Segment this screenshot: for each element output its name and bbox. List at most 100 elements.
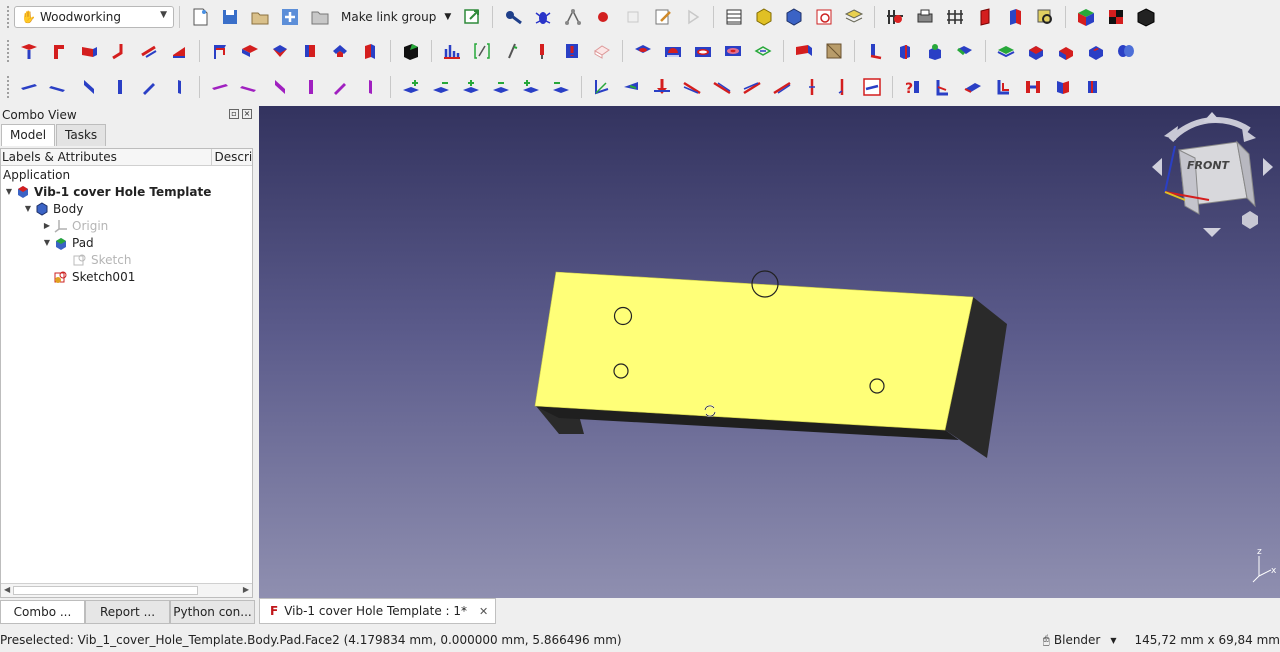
flag-panel-button[interactable] [791, 38, 817, 64]
angle-tool-2[interactable] [619, 74, 645, 100]
plus-plank-2[interactable] [458, 74, 484, 100]
tab-python-console[interactable]: Python con... [170, 600, 255, 624]
corner-tool-5[interactable] [1050, 74, 1076, 100]
navigation-cube[interactable]: FRONT [1152, 112, 1273, 237]
framed-tool[interactable] [859, 74, 885, 100]
black-box-button[interactable] [398, 38, 424, 64]
cut-pocket-button[interactable] [690, 38, 716, 64]
plank-zy-button[interactable] [166, 74, 192, 100]
pad-top-face[interactable] [534, 271, 974, 431]
purple-plank-4[interactable] [297, 74, 323, 100]
vertical-tool-1[interactable] [799, 74, 825, 100]
tree-horizontal-scrollbar[interactable]: ◀ ▶ [1, 583, 252, 597]
frame-button[interactable] [942, 4, 968, 30]
purple-plank-5[interactable] [327, 74, 353, 100]
panel-tool-7[interactable] [207, 38, 233, 64]
corner-tool-1[interactable] [930, 74, 956, 100]
add-button[interactable] [277, 4, 303, 30]
expand-arrow-icon[interactable]: ▼ [3, 187, 15, 196]
panel-block-button[interactable] [892, 38, 918, 64]
plank-yz-button[interactable] [136, 74, 162, 100]
diagonal-tool-4[interactable] [769, 74, 795, 100]
expand-arrow-icon[interactable]: ▼ [41, 238, 53, 247]
arrow-down-tool[interactable] [649, 74, 675, 100]
green-arrows-button[interactable] [750, 38, 776, 64]
cylinder-button[interactable] [1113, 38, 1139, 64]
tab-combo-view[interactable]: Combo ... [0, 600, 85, 624]
panel-tool-1[interactable] [16, 38, 42, 64]
corner-tool-6[interactable] [1080, 74, 1106, 100]
panel-tool-12[interactable] [357, 38, 383, 64]
red-peg-button[interactable] [529, 38, 555, 64]
vertical-tool-2[interactable] [829, 74, 855, 100]
print-button[interactable] [912, 4, 938, 30]
corner-tool-2[interactable] [960, 74, 986, 100]
open-button[interactable] [247, 4, 273, 30]
make-link-group-dropdown[interactable]: Make link group ▼ [335, 10, 457, 24]
eraser-button[interactable] [589, 38, 615, 64]
green-edge-block-button[interactable] [952, 38, 978, 64]
dimension-bars-button[interactable] [439, 38, 465, 64]
purple-plank-3[interactable] [267, 74, 293, 100]
tree-item-document[interactable]: ▼ Vib-1 cover Hole Template [1, 183, 252, 200]
panel-stand-button[interactable] [862, 38, 888, 64]
measure-button[interactable] [469, 38, 495, 64]
black-cube-button[interactable] [1133, 4, 1159, 30]
sketch-button[interactable] [811, 4, 837, 30]
link-button[interactable] [459, 4, 485, 30]
record-macro-button[interactable] [590, 4, 616, 30]
panel-tool-4[interactable] [106, 38, 132, 64]
panel-tool-10[interactable] [297, 38, 323, 64]
purple-plank-1[interactable] [207, 74, 233, 100]
document-tab[interactable]: F Vib-1 cover Hole Template : 1* ✕ [259, 598, 496, 624]
corner-tool-3[interactable] [990, 74, 1016, 100]
panel-tool-6[interactable] [166, 38, 192, 64]
parts-button[interactable] [751, 4, 777, 30]
toolbar-grip[interactable] [6, 39, 10, 63]
column-description[interactable]: Descri [212, 149, 252, 165]
colored-cube-button[interactable] [1073, 4, 1099, 30]
cut-tool-button[interactable] [882, 4, 908, 30]
expand-arrow-icon[interactable]: ▼ [22, 204, 34, 213]
checker-button[interactable] [1103, 4, 1129, 30]
save-button[interactable] [217, 4, 243, 30]
purple-plank-6[interactable] [357, 74, 383, 100]
minus-plank-1[interactable] [428, 74, 454, 100]
run-macro-button[interactable] [680, 4, 706, 30]
stop-macro-button[interactable] [620, 4, 646, 30]
green-top-block-button[interactable] [922, 38, 948, 64]
plank-yx-button[interactable] [46, 74, 72, 100]
3d-viewport[interactable]: FRONT z x [259, 106, 1280, 598]
close-icon[interactable]: ✕ [479, 605, 488, 618]
navigation-style-selector[interactable]: 🖰 Blender ▼ [1043, 633, 1117, 648]
tab-tasks[interactable]: Tasks [56, 124, 107, 146]
tree-item-sketch[interactable]: Sketch [1, 251, 252, 268]
mixed-panel-button[interactable] [1002, 4, 1028, 30]
plank-xy-button[interactable] [16, 74, 42, 100]
list-button[interactable] [721, 4, 747, 30]
panel-tool-5[interactable] [136, 38, 162, 64]
plank-xz-button[interactable] [76, 74, 102, 100]
new-document-button[interactable] [187, 4, 213, 30]
plus-plank-1[interactable] [398, 74, 424, 100]
tree-item-sketch001[interactable]: Sketch001 [1, 268, 252, 285]
scrollbar-thumb[interactable] [13, 586, 198, 595]
graph-button[interactable] [560, 4, 586, 30]
group-button[interactable] [307, 4, 333, 30]
toolbar-grip[interactable] [6, 5, 10, 29]
tree-item-origin[interactable]: ▶ Origin [1, 217, 252, 234]
chamfer-block-button[interactable] [1053, 38, 1079, 64]
cut-hole-button[interactable] [720, 38, 746, 64]
scroll-left-icon[interactable]: ◀ [4, 585, 10, 594]
macro-button[interactable] [500, 4, 526, 30]
magnifier-button[interactable] [1032, 4, 1058, 30]
float-panel-icon[interactable]: ▫ [229, 109, 239, 119]
question-tool[interactable]: ? [900, 74, 926, 100]
tree-item-pad[interactable]: ▼ Pad [1, 234, 252, 251]
tree-item-body[interactable]: ▼ Body [1, 200, 252, 217]
3d-scene[interactable]: FRONT z x [259, 106, 1280, 598]
minus-plank-3[interactable] [548, 74, 574, 100]
warning-button[interactable] [559, 38, 585, 64]
cut-slot-button[interactable] [630, 38, 656, 64]
scroll-right-icon[interactable]: ▶ [243, 585, 249, 594]
